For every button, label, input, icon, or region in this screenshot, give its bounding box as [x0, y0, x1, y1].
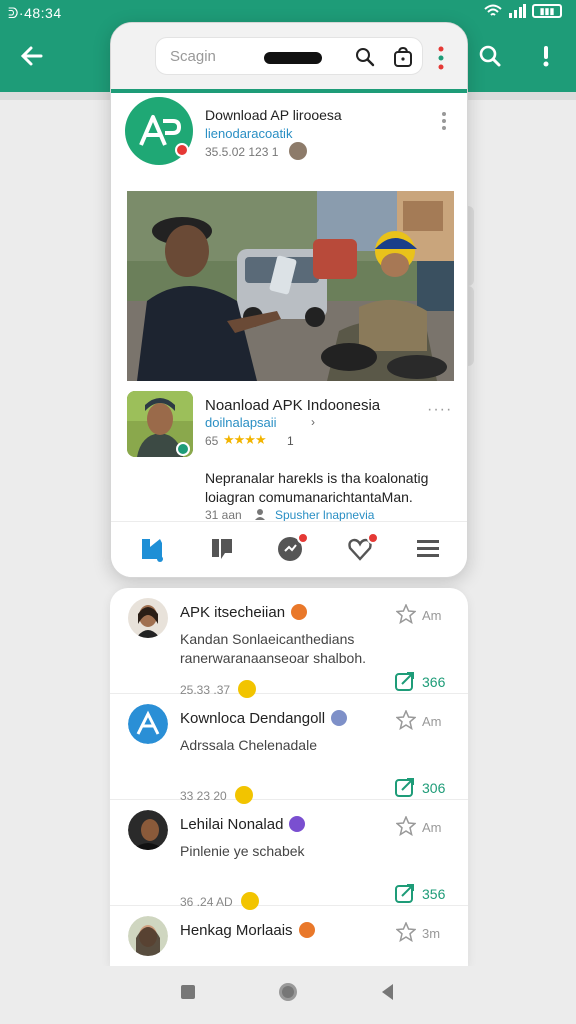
more-options-button[interactable]	[528, 38, 564, 74]
more-vert-icon	[543, 46, 549, 67]
share-count: 366	[422, 674, 446, 690]
comment-text: Pinlenie ye schabek	[180, 843, 305, 859]
system-nav-bar	[0, 966, 576, 1024]
tab-wishlist[interactable]	[345, 532, 379, 564]
comment-time: Am	[422, 608, 442, 623]
star-icon[interactable]	[396, 816, 416, 836]
more-horiz-icon[interactable]: ····	[427, 401, 452, 419]
comment-time: Am	[422, 820, 442, 835]
search-button[interactable]	[472, 38, 508, 74]
comment-title: APK itsecheiian	[180, 604, 308, 621]
comment-title: Kownloca Dendangoll	[180, 710, 348, 727]
emoji-icon	[331, 710, 348, 726]
more-vert-icon[interactable]	[437, 45, 445, 71]
star-icon[interactable]	[396, 604, 416, 624]
list-item[interactable]: Henkag Morlaais 3m	[110, 906, 468, 966]
emoji-icon	[291, 604, 308, 620]
user-icon	[255, 509, 265, 520]
emoji-icon	[289, 816, 306, 832]
more-vert-icon[interactable]	[441, 111, 447, 131]
app-listing-card: Download AP lirooesa lienodaracoatik 35.…	[111, 95, 467, 522]
menu-icon	[417, 540, 439, 557]
post-time: 31 aan	[205, 508, 242, 522]
app-description: Nepranalar harekls is tha koalonatig loi…	[205, 470, 429, 505]
avatar[interactable]	[128, 810, 168, 850]
share-icon[interactable]	[394, 670, 416, 692]
camera-notch	[264, 52, 322, 64]
comment-icon	[212, 539, 232, 559]
app-name[interactable]: Noanload APK Indoonesia	[205, 397, 380, 414]
avatar[interactable]	[128, 704, 168, 744]
publisher-link[interactable]: Spusher lnapnevia	[275, 508, 374, 522]
list-item[interactable]: APK itsecheiian Am Kandan Sonlaeicanthed…	[110, 588, 468, 698]
status-time: ᕲ·48:34	[8, 5, 62, 21]
share-icon[interactable]	[394, 882, 416, 904]
shopping-bag-icon[interactable]	[392, 46, 414, 68]
tab-reviews[interactable]	[207, 534, 237, 564]
bottom-tab-bar	[111, 521, 467, 577]
avatar[interactable]	[128, 916, 168, 956]
recents-button[interactable]	[176, 980, 200, 1004]
accent-bar	[111, 89, 467, 93]
app-developer-link[interactable]: lienodaracoatik	[205, 126, 292, 141]
url-placeholder: Scagin	[170, 48, 216, 65]
app-logo[interactable]	[125, 97, 193, 165]
comment-title: Henkag Morlaais	[180, 922, 315, 939]
back-nav-button[interactable]	[376, 980, 400, 1004]
avatar	[289, 142, 307, 160]
home-icon	[142, 539, 163, 562]
comment-list: APK itsecheiian Am Kandan Sonlaeicanthed…	[110, 588, 468, 966]
url-bar[interactable]: Scagin	[155, 37, 423, 75]
developer-link[interactable]: doilnalapsaii	[205, 415, 277, 430]
back-button[interactable]	[14, 38, 50, 74]
tab-updates[interactable]	[275, 532, 309, 564]
apk-logo-icon	[139, 115, 181, 146]
app-title[interactable]: Download AP lirooesa	[205, 107, 342, 123]
developer-avatar[interactable]	[127, 391, 193, 457]
battery-icon: ▮▮▮	[532, 4, 562, 18]
rating-stars: ★★★★	[223, 432, 267, 447]
status-icons: ▮▮▮	[484, 4, 562, 18]
comment-title: Lehilai Nonalad	[180, 816, 306, 833]
star-icon[interactable]	[396, 710, 416, 730]
tab-home[interactable]	[137, 534, 167, 564]
star-icon[interactable]	[396, 922, 416, 942]
avatar[interactable]	[128, 598, 168, 638]
notification-badge	[297, 532, 309, 544]
search-icon	[479, 45, 501, 67]
promo-photo[interactable]	[127, 191, 454, 381]
comment-time: 3m	[422, 926, 441, 941]
share-icon[interactable]	[394, 776, 416, 798]
comment-text: Kandan Sonlaeicanthedians ranerwaranaans…	[180, 631, 367, 666]
emoji-icon	[298, 922, 315, 938]
notification-badge	[175, 143, 189, 157]
home-button[interactable]	[276, 980, 300, 1004]
chevron-right-icon: ›	[311, 415, 315, 429]
list-item[interactable]: Lehilai Nonalad Am Pinlenie ye schabek 3…	[110, 800, 468, 910]
rating-value: 65	[205, 434, 219, 448]
app-meta: 35.5.02 123 1	[205, 145, 279, 159]
comment-time: Am	[422, 714, 442, 729]
notification-badge	[367, 532, 379, 544]
arrow-left-icon	[20, 46, 43, 66]
wifi-icon	[484, 4, 502, 16]
share-count: 306	[422, 780, 446, 796]
browser-window: Scagin Download AP lirooesa lienodaracoa…	[110, 22, 468, 578]
comment-text: Adrssala Chelenadale	[180, 737, 317, 753]
tab-menu[interactable]	[413, 534, 443, 564]
share-count: 356	[422, 886, 446, 902]
browser-toolbar: Scagin	[111, 23, 467, 89]
signal-icon	[509, 4, 526, 18]
list-item[interactable]: Kownloca Dendangoll Am Adrssala Chelenad…	[110, 694, 468, 804]
search-icon[interactable]	[354, 46, 376, 68]
rating-count: 1	[287, 434, 294, 448]
